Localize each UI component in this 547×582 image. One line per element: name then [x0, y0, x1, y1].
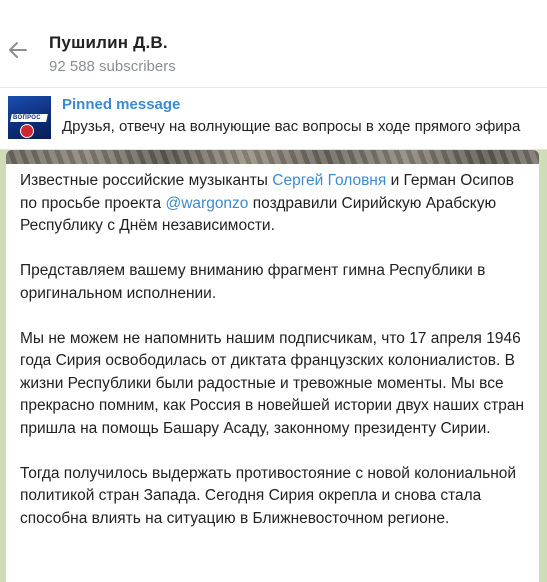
thumbnail-caption: ВОПРОС: [13, 115, 41, 121]
subscriber-count: 92 588 subscribers: [49, 58, 176, 75]
message-paragraph-3: Мы не можем не напомнить нашим подписчик…: [20, 329, 525, 437]
pinned-text: Друзья, отвечу на волнующие вас вопросы …: [62, 118, 521, 135]
paragraph-text: Известные российские музыканты: [20, 172, 273, 189]
message-media-preview[interactable]: [6, 150, 539, 164]
back-button[interactable]: [6, 38, 30, 62]
message-bubble: Известные российские музыканты Сергей Го…: [6, 150, 539, 582]
pinned-message-bar[interactable]: ВОПРОС Pinned message Друзья, отвечу на …: [0, 88, 547, 150]
pinned-label: Pinned message: [62, 96, 181, 113]
message-paragraph-2: Представляем вашему вниманию фрагмент ги…: [20, 262, 486, 302]
pinned-thumbnail: ВОПРОС: [8, 96, 51, 139]
mention-link-golovnya[interactable]: Сергей Головня: [272, 172, 386, 189]
message-text: Известные российские музыканты Сергей Го…: [20, 170, 530, 553]
message-paragraph-1: Известные российские музыканты Сергей Го…: [20, 170, 530, 238]
channel-header: Пушилин Д.В. 92 588 subscribers: [0, 0, 547, 88]
message-paragraph-4: Тогда получилось выдержать противостояни…: [20, 464, 517, 527]
telegram-channel-view: Пушилин Д.В. 92 588 subscribers ВОПРОС P…: [0, 0, 547, 582]
arrow-left-icon: [9, 42, 27, 58]
mention-link-wargonzo[interactable]: @wargonzo: [165, 195, 248, 212]
thumbnail-badge: [20, 124, 34, 138]
channel-title[interactable]: Пушилин Д.В.: [49, 33, 168, 53]
